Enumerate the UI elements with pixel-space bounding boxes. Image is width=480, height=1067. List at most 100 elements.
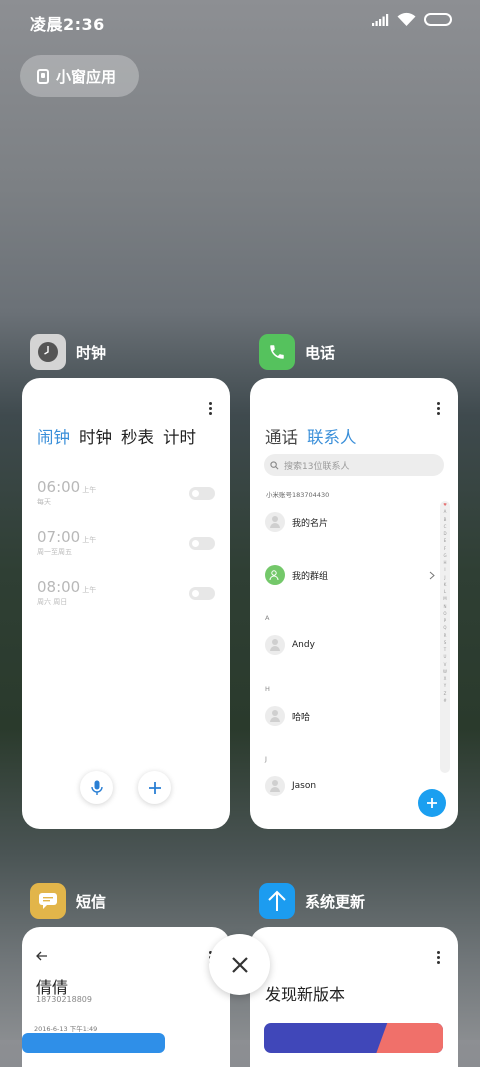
index-letter[interactable]: T: [440, 646, 450, 653]
tab-timer[interactable]: 计时: [163, 424, 196, 448]
index-letter[interactable]: B: [440, 516, 450, 523]
index-letter[interactable]: O: [440, 610, 450, 617]
app-name-phone: 电话: [305, 343, 336, 362]
index-letter[interactable]: K: [440, 581, 450, 588]
tab-calls[interactable]: 通话: [265, 424, 298, 448]
tab-clock[interactable]: 时钟: [79, 424, 112, 448]
clock-tabs: 闹钟 时钟 秒表 计时: [37, 424, 196, 448]
index-letter[interactable]: R: [440, 632, 450, 639]
avatar: [265, 512, 285, 532]
index-letter[interactable]: Y: [440, 682, 450, 689]
avatar: [265, 706, 285, 726]
float-window-button[interactable]: 小窗应用: [20, 55, 139, 97]
status-time: 凌晨2:36: [30, 15, 105, 34]
avatar: [265, 635, 285, 655]
my-card-row[interactable]: 我的名片: [265, 511, 328, 533]
index-letter[interactable]: X: [440, 675, 450, 682]
app-header-update[interactable]: 系统更新: [259, 883, 365, 919]
alarm-toggle[interactable]: [189, 537, 215, 550]
wifi-icon: [397, 12, 416, 26]
voice-alarm-button[interactable]: [80, 771, 113, 804]
index-letter[interactable]: A: [440, 508, 450, 515]
my-group-row[interactable]: 我的群组: [265, 564, 435, 586]
signal-icon: [372, 14, 389, 26]
contact-row[interactable]: 哈哈: [265, 705, 310, 727]
contact-row[interactable]: Jason: [265, 775, 316, 797]
index-letter[interactable]: P: [440, 617, 450, 624]
add-alarm-button[interactable]: [138, 771, 171, 804]
tab-contacts[interactable]: 联系人: [307, 424, 357, 448]
alphabet-index[interactable]: ♥ A B C D E F G H I J K L M N O P Q R S T U V W X Y Z #: [440, 501, 450, 773]
update-app-card[interactable]: 发现新版本: [250, 927, 458, 1067]
tab-stopwatch[interactable]: 秒表: [121, 424, 154, 448]
index-letter[interactable]: U: [440, 653, 450, 660]
alarm-time: 07:00: [37, 528, 81, 546]
index-letter[interactable]: D: [440, 530, 450, 537]
alarm-item[interactable]: 08:00 上午 周六 周日: [37, 577, 215, 617]
alarm-time: 08:00: [37, 578, 81, 596]
index-letter[interactable]: V: [440, 661, 450, 668]
contact-name: 哈哈: [292, 712, 311, 723]
clear-all-button[interactable]: [209, 934, 270, 995]
phone-app-card[interactable]: 通话 联系人 搜索13位联系人 小米账号183704430 我的名片 我的群组 …: [250, 378, 458, 829]
close-icon: [231, 956, 248, 973]
alarm-repeat: 周一至周五: [37, 548, 72, 556]
sms-timestamp: 2016-6-13 下午1:49: [34, 1025, 98, 1033]
float-window-icon: [37, 68, 49, 84]
phone-tabs: 通话 联系人: [265, 424, 357, 448]
index-letter[interactable]: H: [440, 559, 450, 566]
index-letter[interactable]: W: [440, 668, 450, 675]
status-bar: 凌晨2:36: [0, 0, 480, 42]
message-bubble: [22, 1033, 165, 1053]
chevron-right-icon: [429, 571, 435, 579]
app-header-phone[interactable]: 电话: [259, 334, 335, 370]
contact-row[interactable]: Andy: [265, 634, 315, 656]
clock-app-card[interactable]: 闹钟 时钟 秒表 计时 06:00 上午 每天 07:00 上午 周一至周五 08:…: [22, 378, 230, 829]
alarm-repeat: 周六 周日: [37, 598, 68, 606]
alarm-ampm: 上午: [82, 486, 97, 494]
index-letter[interactable]: N: [440, 603, 450, 610]
more-options-icon[interactable]: [437, 951, 440, 966]
contact-name: Jason: [292, 781, 317, 791]
index-letter[interactable]: J: [440, 574, 450, 581]
index-letter[interactable]: #: [440, 697, 450, 704]
search-placeholder: 搜索13位联系人: [284, 461, 350, 472]
alarm-ampm: 上午: [82, 586, 97, 594]
app-header-clock[interactable]: 时钟: [30, 334, 106, 370]
float-window-label: 小窗应用: [56, 67, 117, 86]
message-icon: [30, 883, 66, 919]
more-options-icon[interactable]: [437, 402, 440, 417]
tab-alarm[interactable]: 闹钟: [37, 424, 70, 448]
index-letter[interactable]: Z: [440, 690, 450, 697]
alarm-item[interactable]: 07:00 上午 周一至周五: [37, 527, 215, 567]
index-letter[interactable]: M: [440, 595, 450, 602]
alarm-toggle[interactable]: [189, 487, 215, 500]
index-letter[interactable]: L: [440, 588, 450, 595]
alarm-toggle[interactable]: [189, 587, 215, 600]
alarm-item[interactable]: 06:00 上午 每天: [37, 477, 215, 517]
index-letter[interactable]: C: [440, 523, 450, 530]
alarm-time: 06:00: [37, 478, 81, 496]
update-title: 发现新版本: [265, 985, 346, 1004]
index-letter[interactable]: G: [440, 552, 450, 559]
contact-search-input[interactable]: 搜索13位联系人: [264, 454, 444, 476]
app-name-clock: 时钟: [76, 343, 107, 362]
index-letter[interactable]: ♥: [440, 501, 450, 508]
account-label: 小米账号183704430: [266, 491, 330, 499]
index-letter[interactable]: S: [440, 639, 450, 646]
section-letter: H: [265, 685, 270, 693]
index-letter[interactable]: Q: [440, 624, 450, 631]
index-letter[interactable]: E: [440, 537, 450, 544]
plus-icon: [148, 781, 161, 794]
index-letter[interactable]: I: [440, 566, 450, 573]
battery-icon: [424, 13, 452, 26]
back-arrow-icon[interactable]: [36, 951, 48, 961]
add-contact-button[interactable]: [418, 789, 446, 817]
search-icon: [270, 460, 279, 469]
more-options-icon[interactable]: [209, 402, 212, 417]
app-header-sms[interactable]: 短信: [30, 883, 106, 919]
sms-app-card[interactable]: 倩倩 18730218809 2016-6-13 下午1:49: [22, 927, 230, 1067]
phone-icon: [259, 334, 295, 370]
index-letter[interactable]: F: [440, 545, 450, 552]
app-name-sms: 短信: [76, 892, 107, 911]
